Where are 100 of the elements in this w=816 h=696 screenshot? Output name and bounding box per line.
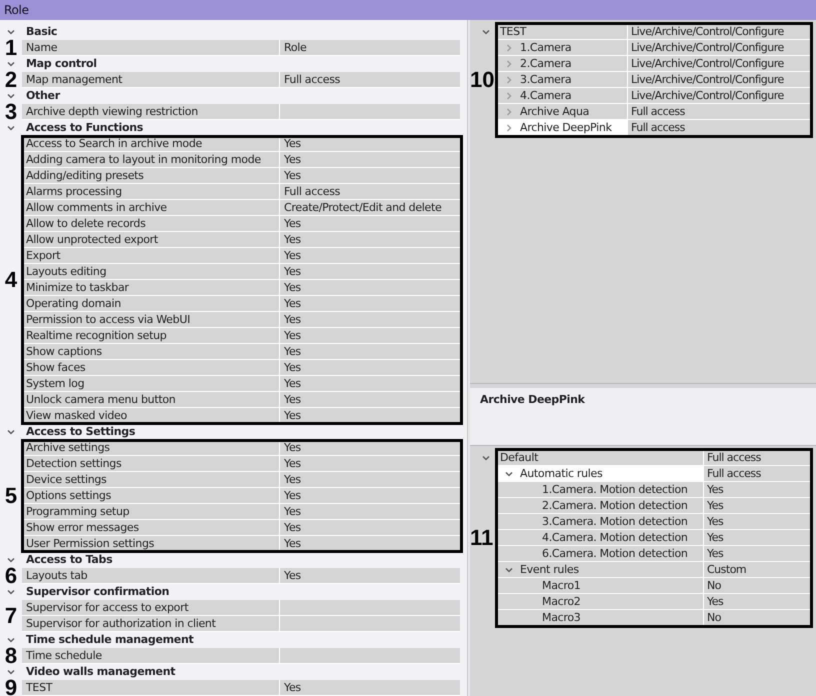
property-name: TEST [22, 680, 280, 696]
property-value[interactable]: Yes [280, 504, 460, 520]
section-header: Access to Tabs [25, 552, 112, 568]
property-name: Supervisor for access to export [22, 600, 280, 616]
property-value[interactable]: Yes [280, 232, 460, 248]
node-value[interactable]: Live/Archive/Control/Configure [628, 72, 810, 88]
callout-number: 10 [470, 69, 492, 91]
property-value[interactable]: Yes [280, 280, 460, 296]
node-value[interactable]: Yes [704, 594, 810, 610]
node-value[interactable]: Live/Archive/Control/Configure [628, 56, 810, 72]
node-value[interactable]: Full access [628, 104, 810, 120]
property-value[interactable]: Yes [280, 488, 460, 504]
property-value[interactable]: Yes [280, 216, 460, 232]
property-value[interactable]: Yes [280, 680, 460, 696]
property-name: Name [22, 40, 280, 56]
section-header: Map control [25, 56, 97, 72]
node-value[interactable]: Yes [704, 514, 810, 530]
property-name: Show error messages [22, 520, 280, 536]
property-value[interactable]: Yes [280, 456, 460, 472]
node-value[interactable]: Yes [704, 482, 810, 498]
property-name: Permission to access via WebUI [22, 312, 280, 328]
chevron-down-icon[interactable] [7, 668, 15, 676]
property-value[interactable]: Yes [280, 168, 460, 184]
property-value[interactable]: Full access [280, 184, 460, 200]
callout-number: 5 [4, 485, 18, 507]
tree-node[interactable]: 2.Camera [498, 56, 628, 72]
tree-node[interactable]: Macro1 [498, 578, 704, 594]
node-value[interactable]: Yes [704, 530, 810, 546]
section-header: Access to Settings [25, 424, 136, 440]
property-value[interactable]: Yes [280, 248, 460, 264]
tree-node[interactable]: TEST [498, 24, 628, 40]
property-name: Allow comments in archive [22, 200, 280, 216]
section-header: Video walls management [25, 664, 176, 680]
chevron-down-icon[interactable] [7, 428, 15, 436]
tree-node[interactable]: Default [498, 450, 704, 466]
property-value[interactable]: Yes [280, 264, 460, 280]
property-name: Operating domain [22, 296, 280, 312]
node-value[interactable]: Full access [704, 450, 810, 466]
callout-number: 1 [4, 37, 18, 59]
property-value[interactable]: Full access [280, 72, 460, 88]
node-value[interactable]: Live/Archive/Control/Configure [628, 40, 810, 56]
tree-node[interactable]: Archive DeepPink [498, 120, 628, 136]
tree-node[interactable]: Macro2 [498, 594, 704, 610]
chevron-down-icon[interactable] [7, 92, 15, 100]
node-value[interactable]: Yes [704, 546, 810, 562]
node-value[interactable]: No [704, 578, 810, 594]
property-value[interactable]: Role [280, 40, 460, 56]
property-name: Layouts editing [22, 264, 280, 280]
node-value[interactable]: Live/Archive/Control/Configure [628, 88, 810, 104]
chevron-down-icon[interactable] [505, 470, 513, 478]
chevron-right-icon[interactable] [505, 124, 513, 132]
chevron-down-icon[interactable] [7, 588, 15, 596]
chevron-down-icon[interactable] [482, 28, 490, 36]
property-name: Programming setup [22, 504, 280, 520]
chevron-down-icon[interactable] [482, 454, 490, 462]
property-name: Archive depth viewing restriction [22, 104, 280, 120]
tree-node[interactable]: 1.Camera. Motion detection [498, 482, 704, 498]
property-value[interactable]: Yes [280, 520, 460, 536]
chevron-down-icon[interactable] [7, 636, 15, 644]
property-value[interactable]: Yes [280, 312, 460, 328]
window-title: Role [4, 2, 29, 19]
node-value[interactable]: Yes [704, 498, 810, 514]
tree-node[interactable]: Archive Aqua [498, 104, 628, 120]
section-header: Basic [25, 24, 58, 40]
tree-node[interactable]: 4.Camera [498, 88, 628, 104]
tree-node[interactable]: 1.Camera [498, 40, 628, 56]
node-value[interactable]: Live/Archive/Control/Configure [628, 24, 810, 40]
chevron-down-icon[interactable] [7, 60, 15, 68]
property-value[interactable]: Yes [280, 344, 460, 360]
property-value[interactable]: Yes [280, 328, 460, 344]
property-value[interactable]: Yes [280, 376, 460, 392]
property-value[interactable]: Yes [280, 360, 460, 376]
property-name: Detection settings [22, 456, 280, 472]
tree-node[interactable]: Event rules [498, 562, 704, 578]
property-name: Allow to delete records [22, 216, 280, 232]
section-header: Access to Functions [25, 120, 143, 136]
tree-node[interactable]: 3.Camera [498, 72, 628, 88]
property-name: Show captions [22, 344, 280, 360]
property-value[interactable]: Yes [280, 392, 460, 408]
tree-node[interactable]: 2.Camera. Motion detection [498, 498, 704, 514]
chevron-down-icon[interactable] [7, 556, 15, 564]
property-name: Time schedule [22, 648, 280, 664]
node-value[interactable]: Full access [704, 466, 810, 482]
property-value[interactable]: Create/Protect/Edit and delete [280, 200, 460, 216]
chevron-down-icon[interactable] [7, 28, 15, 36]
property-value[interactable]: Yes [280, 568, 460, 584]
tree-node[interactable]: 4.Camera. Motion detection [498, 530, 704, 546]
tree-node[interactable]: 6.Camera. Motion detection [498, 546, 704, 562]
property-value[interactable]: Yes [280, 472, 460, 488]
node-value[interactable]: Custom [704, 562, 810, 578]
tree-node[interactable]: Automatic rules [498, 466, 704, 482]
tree-node[interactable]: 3.Camera. Motion detection [498, 514, 704, 530]
property-name: Supervisor for authorization in client [22, 616, 280, 632]
chevron-down-icon[interactable] [505, 566, 513, 574]
property-name: Show faces [22, 360, 280, 376]
callout-number: 8 [4, 645, 18, 667]
chevron-down-icon[interactable] [7, 124, 15, 132]
property-value[interactable]: Yes [280, 152, 460, 168]
property-value[interactable]: Yes [280, 296, 460, 312]
property-name: Options settings [22, 488, 280, 504]
